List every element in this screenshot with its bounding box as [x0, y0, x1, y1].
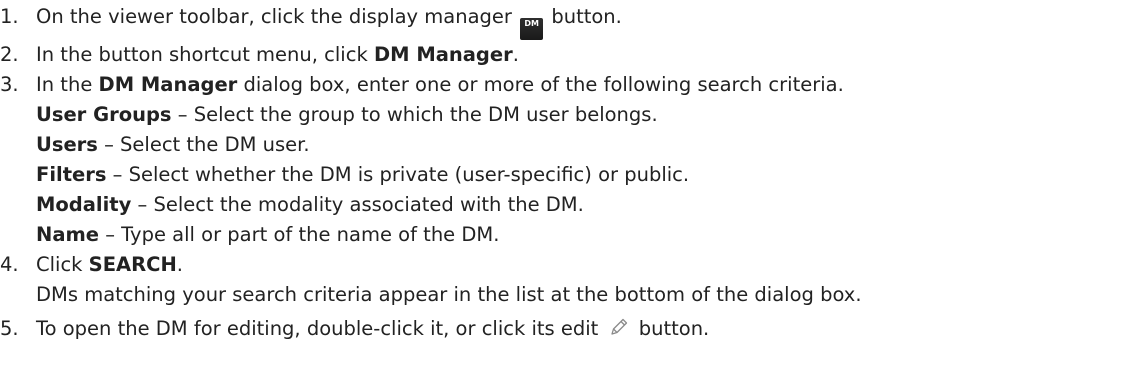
criterion-term: Modality — [36, 193, 132, 216]
step-3: 3. In the DM Manager dialog box, enter o… — [0, 70, 1124, 250]
criterion-term: User Groups — [36, 103, 172, 126]
step-1: 1. On the viewer toolbar, click the disp… — [0, 2, 1124, 40]
step-number: 5. — [0, 317, 19, 340]
step-text: button. — [632, 317, 710, 340]
criterion-term: Filters — [36, 163, 107, 186]
criterion-users: Users – Select the DM user. — [36, 130, 1124, 160]
step-text: dialog box, enter one or more of the fol… — [237, 73, 844, 96]
criterion-term: Name — [36, 223, 100, 246]
criterion-modality: Modality – Select the modality associate… — [36, 190, 1124, 220]
step-number: 3. — [0, 73, 19, 96]
step-2: 2. In the button shortcut menu, click DM… — [0, 40, 1124, 70]
criterion-desc: – Select the DM user. — [97, 133, 310, 156]
criterion-filters: Filters – Select whether the DM is priva… — [36, 160, 1124, 190]
step-text: . — [176, 253, 183, 276]
step-text: In the button shortcut menu, click — [36, 43, 374, 66]
procedure-steps: 1. On the viewer toolbar, click the disp… — [0, 0, 1124, 344]
display-manager-icon: DM — [520, 18, 544, 40]
ui-term: DM Manager — [98, 73, 238, 96]
step-number: 4. — [0, 253, 19, 276]
criterion-desc: – Select whether the DM is private (user… — [106, 163, 690, 186]
step-4: 4. Click SEARCH. DMs matching your searc… — [0, 250, 1124, 310]
ui-term: SEARCH — [88, 253, 177, 276]
criterion-user-groups: User Groups – Select the group to which … — [36, 100, 1124, 130]
criterion-name: Name – Type all or part of the name of t… — [36, 220, 1124, 250]
criterion-term: Users — [36, 133, 98, 156]
step-text: . — [512, 43, 519, 66]
pencil-icon — [607, 315, 631, 339]
step-text: button. — [545, 5, 622, 28]
step-number: 1. — [0, 5, 19, 28]
criterion-desc: – Select the group to which the DM user … — [171, 103, 658, 126]
step-text: On the viewer toolbar, click the display… — [36, 5, 519, 28]
step-text: Click — [36, 253, 89, 276]
step-text: In the — [36, 73, 99, 96]
step-note: DMs matching your search criteria appear… — [36, 283, 862, 306]
step-5: 5. To open the DM for editing, double-cl… — [0, 314, 1124, 344]
criterion-desc: – Select the modality associated with th… — [131, 193, 584, 216]
criterion-desc: – Type all or part of the name of the DM… — [99, 223, 500, 246]
ui-term: DM Manager — [373, 43, 513, 66]
step-text: To open the DM for editing, double-click… — [36, 317, 605, 340]
step-number: 2. — [0, 43, 19, 66]
